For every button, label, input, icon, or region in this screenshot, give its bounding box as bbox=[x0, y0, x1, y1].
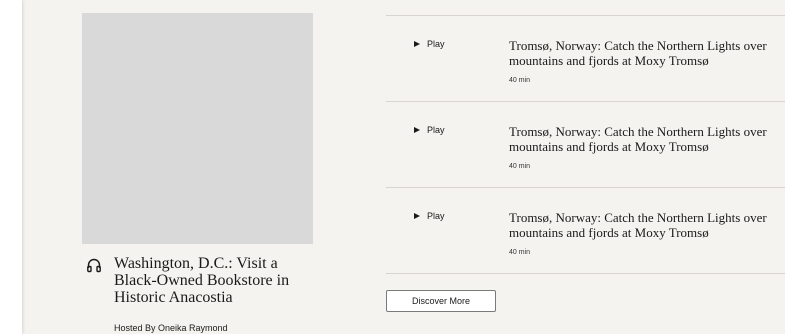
episode-list: Play Tromsø, Norway: Catch the Northern … bbox=[386, 15, 785, 274]
episode-duration: 40 min bbox=[509, 77, 531, 84]
play-label: Play bbox=[427, 125, 445, 135]
play-icon bbox=[414, 213, 420, 219]
play-label: Play bbox=[427, 39, 445, 49]
episode-row: Play Tromsø, Norway: Catch the Northern … bbox=[386, 16, 785, 102]
left-panel-edge bbox=[0, 0, 22, 334]
podcast-title[interactable]: Washington, D.C.: Visit a Black-Owned Bo… bbox=[114, 255, 324, 306]
episode-title[interactable]: Tromsø, Norway: Catch the Northern Light… bbox=[509, 124, 785, 154]
episode-duration: 40 min bbox=[509, 249, 531, 256]
podcast-cover-image[interactable] bbox=[82, 13, 313, 244]
episode-row: Play Tromsø, Norway: Catch the Northern … bbox=[386, 102, 785, 188]
play-icon bbox=[414, 127, 420, 133]
play-button[interactable]: Play bbox=[414, 211, 445, 221]
episode-title[interactable]: Tromsø, Norway: Catch the Northern Light… bbox=[509, 38, 785, 68]
play-button[interactable]: Play bbox=[414, 39, 445, 49]
episode-duration: 40 min bbox=[509, 163, 531, 170]
episode-title[interactable]: Tromsø, Norway: Catch the Northern Light… bbox=[509, 210, 785, 240]
headphones-icon bbox=[87, 258, 101, 273]
discover-more-button[interactable]: Discover More bbox=[386, 290, 496, 312]
play-icon bbox=[414, 41, 420, 47]
play-button[interactable]: Play bbox=[414, 125, 445, 135]
play-label: Play bbox=[427, 211, 445, 221]
episode-row: Play Tromsø, Norway: Catch the Northern … bbox=[386, 188, 785, 274]
podcast-host: Hosted By Oneika Raymond bbox=[114, 323, 228, 333]
